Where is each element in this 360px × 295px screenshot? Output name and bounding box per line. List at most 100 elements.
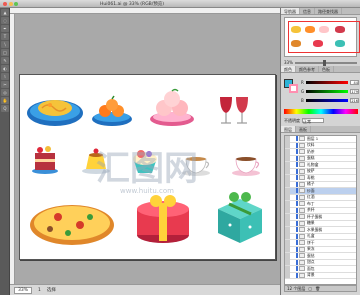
channel-g-value[interactable]: 179 bbox=[350, 89, 359, 94]
tool-icon[interactable]: ◎ bbox=[1, 89, 9, 96]
canvas-area[interactable]: 汇图网 www.huitu.com bbox=[15, 14, 280, 284]
channel-r-value[interactable]: 44 bbox=[350, 80, 359, 85]
minimize-button[interactable] bbox=[8, 1, 13, 6]
lock-toggle-icon[interactable] bbox=[291, 162, 295, 168]
channel-b-slider[interactable] bbox=[305, 99, 348, 102]
visibility-eye-icon[interactable] bbox=[285, 233, 290, 240]
lock-toggle-icon[interactable] bbox=[291, 266, 295, 272]
visibility-eye-icon[interactable] bbox=[285, 207, 290, 214]
lock-toggle-icon[interactable] bbox=[291, 175, 295, 181]
lock-toggle-icon[interactable] bbox=[291, 149, 295, 155]
lock-toggle-icon[interactable] bbox=[291, 233, 295, 239]
tool-icon[interactable]: ✒ bbox=[1, 25, 9, 32]
tool-icon[interactable]: ✋ bbox=[1, 97, 9, 104]
visibility-eye-icon[interactable] bbox=[285, 239, 290, 246]
round-gift-box-icon[interactable] bbox=[137, 195, 189, 243]
visibility-eye-icon[interactable] bbox=[285, 181, 290, 188]
visibility-eye-icon[interactable] bbox=[285, 161, 290, 168]
oranges-plate-icon[interactable] bbox=[92, 95, 132, 126]
stroke-swatch[interactable] bbox=[289, 84, 298, 93]
tab-navigator[interactable]: 导航器 bbox=[281, 8, 300, 14]
lock-toggle-icon[interactable] bbox=[291, 272, 295, 278]
tab-info[interactable]: 信息 bbox=[300, 8, 315, 14]
tab-color[interactable]: 颜色 bbox=[281, 66, 296, 72]
pizza-icon[interactable] bbox=[30, 205, 114, 245]
zoom-slider-knob[interactable] bbox=[322, 59, 326, 66]
visibility-eye-icon[interactable] bbox=[285, 265, 290, 272]
lock-toggle-icon[interactable] bbox=[291, 194, 295, 200]
visibility-eye-icon[interactable] bbox=[285, 220, 290, 227]
tool-icon[interactable]: Q bbox=[1, 105, 9, 112]
lock-toggle-icon[interactable] bbox=[291, 188, 295, 194]
tool-icon[interactable]: ◐ bbox=[1, 65, 9, 72]
visibility-eye-icon[interactable] bbox=[285, 213, 290, 220]
visibility-eye-icon[interactable] bbox=[285, 187, 290, 194]
zoom-level[interactable]: 33% bbox=[14, 286, 33, 294]
lock-toggle-icon[interactable] bbox=[291, 220, 295, 226]
zoom-slider[interactable] bbox=[294, 59, 357, 66]
channel-r-slider[interactable] bbox=[305, 81, 348, 84]
new-layer-icon[interactable]: ▢ bbox=[308, 286, 312, 291]
tool-icon[interactable]: □ bbox=[1, 49, 9, 56]
tab-color-guide[interactable]: 颜色参考 bbox=[296, 66, 319, 72]
tab-layers[interactable]: 图层 bbox=[281, 126, 296, 132]
tool-icon[interactable]: \ bbox=[1, 41, 9, 48]
visibility-eye-icon[interactable] bbox=[285, 174, 290, 181]
visibility-eye-icon[interactable] bbox=[285, 252, 290, 259]
visibility-eye-icon[interactable] bbox=[285, 155, 290, 162]
wine-glasses-icon[interactable] bbox=[220, 97, 248, 124]
lock-toggle-icon[interactable] bbox=[291, 181, 295, 187]
blend-mode-select[interactable]: 正常 bbox=[302, 118, 324, 124]
tool-icon[interactable]: T bbox=[1, 33, 9, 40]
tool-icon[interactable]: ✎ bbox=[1, 57, 9, 64]
lock-toggle-icon[interactable] bbox=[291, 246, 295, 252]
lock-toggle-icon[interactable] bbox=[291, 214, 295, 220]
visibility-eye-icon[interactable] bbox=[285, 194, 290, 201]
delete-layer-icon[interactable]: 🗑 bbox=[315, 286, 320, 291]
navigator-preview[interactable] bbox=[284, 17, 360, 57]
visibility-eye-icon[interactable] bbox=[285, 168, 290, 175]
lock-toggle-icon[interactable] bbox=[291, 207, 295, 213]
layer-name: 蛋挞 bbox=[307, 252, 315, 258]
layer-row[interactable]: 背景 bbox=[285, 272, 356, 279]
lock-toggle-icon[interactable] bbox=[291, 240, 295, 246]
tab-artboards[interactable]: 画板 bbox=[296, 126, 311, 132]
tab-swatches[interactable]: 色板 bbox=[319, 66, 334, 72]
visibility-eye-icon[interactable] bbox=[285, 272, 290, 279]
lock-toggle-icon[interactable] bbox=[291, 259, 295, 265]
coffee-cup-icon[interactable] bbox=[232, 157, 260, 176]
zoom-button[interactable] bbox=[14, 1, 18, 6]
color-spectrum[interactable] bbox=[284, 109, 358, 114]
lock-toggle-icon[interactable] bbox=[291, 168, 295, 174]
lock-toggle-icon[interactable] bbox=[291, 201, 295, 207]
lock-toggle-icon[interactable] bbox=[291, 142, 295, 148]
tool-icon[interactable]: ⌇ bbox=[1, 73, 9, 80]
square-gift-box-icon[interactable] bbox=[218, 192, 262, 243]
channel-g-slider[interactable] bbox=[306, 90, 348, 93]
lock-toggle-icon[interactable] bbox=[291, 155, 295, 161]
visibility-eye-icon[interactable] bbox=[285, 226, 290, 233]
visibility-eye-icon[interactable] bbox=[285, 246, 290, 253]
layer-color-marker bbox=[296, 155, 298, 161]
layer-cake-icon[interactable] bbox=[32, 146, 58, 174]
artboard[interactable]: 汇图网 www.huitu.com bbox=[19, 74, 276, 260]
navigator-zoom-value[interactable]: 33% bbox=[284, 60, 293, 65]
visibility-eye-icon[interactable] bbox=[285, 148, 290, 155]
tool-icon[interactable]: ✂ bbox=[1, 81, 9, 88]
visibility-eye-icon[interactable] bbox=[285, 259, 290, 266]
visibility-eye-icon[interactable] bbox=[285, 200, 290, 207]
lock-toggle-icon[interactable] bbox=[291, 136, 295, 142]
lock-toggle-icon[interactable] bbox=[291, 227, 295, 233]
visibility-eye-icon[interactable] bbox=[285, 136, 290, 142]
tab-pathfinder[interactable]: 路径查找器 bbox=[315, 8, 342, 14]
tool-icon[interactable]: ▲ bbox=[1, 9, 9, 16]
visibility-eye-icon[interactable] bbox=[285, 142, 290, 149]
channel-b-value[interactable]: 216 bbox=[350, 98, 359, 103]
noodle-plate-icon[interactable] bbox=[27, 100, 83, 126]
channel-b-label: B bbox=[301, 98, 304, 103]
lock-toggle-icon[interactable] bbox=[291, 253, 295, 259]
tool-icon[interactable]: ◌ bbox=[1, 17, 9, 24]
close-button[interactable] bbox=[3, 1, 7, 6]
artboard-number[interactable]: 1 bbox=[38, 288, 41, 293]
peach-buns-plate-icon[interactable] bbox=[150, 88, 194, 127]
